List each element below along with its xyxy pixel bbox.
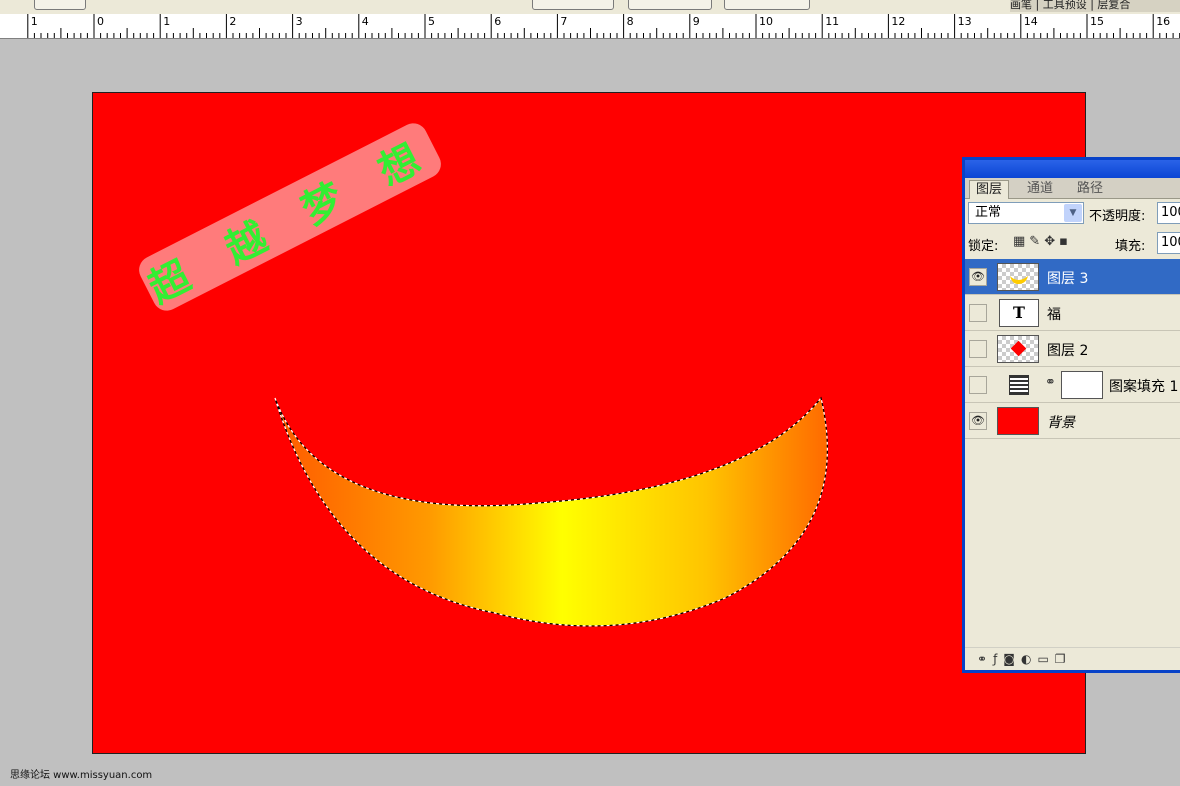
lock-all-icon[interactable]: ▪ — [1059, 234, 1072, 249]
diamond-thumb-icon — [1010, 340, 1027, 357]
layer-thumbnail — [997, 407, 1039, 435]
text-layer-icon: T — [999, 299, 1039, 327]
ruler-label: 16 — [1156, 15, 1170, 28]
crescent-thumb-icon — [1010, 276, 1028, 284]
fill-label: 填充: — [1115, 239, 1146, 254]
eye-icon[interactable]: 👁 — [969, 268, 987, 286]
actual-pixels-button[interactable] — [532, 0, 614, 10]
layer-row-fu[interactable]: T 福 — [965, 295, 1180, 331]
new-layer-icon[interactable]: ❐ — [1055, 652, 1072, 666]
blend-mode-value: 正常 — [975, 205, 1002, 220]
layer-row-pattern-fill[interactable]: ⚭ 图案填充 1 — [965, 367, 1180, 403]
layer-row-layer-2[interactable]: 图层 2 — [965, 331, 1180, 367]
pattern-fill-icon — [1009, 375, 1029, 395]
eye-toggle[interactable] — [969, 376, 987, 394]
layer-name: 图案填充 1 — [1109, 379, 1179, 395]
lock-options: ▦✎✥▪ — [1013, 234, 1072, 249]
ruler-label: 8 — [627, 15, 634, 28]
ruler-label: 1 — [31, 15, 38, 28]
ruler-label: 5 — [428, 15, 435, 28]
zoom-tool-button[interactable] — [34, 0, 86, 10]
opacity-input[interactable]: 100 — [1157, 202, 1180, 224]
tab-layers[interactable]: 图层 — [969, 180, 1010, 199]
adjustment-layer-icon[interactable]: ◐ — [1021, 652, 1037, 666]
ruler-label: 4 — [362, 15, 369, 28]
print-size-button[interactable] — [724, 0, 810, 10]
layer-row-layer-3[interactable]: 👁 图层 3 — [965, 259, 1180, 295]
ruler-label: 10 — [759, 15, 773, 28]
layer-thumbnail — [997, 263, 1039, 291]
eye-toggle[interactable] — [969, 304, 987, 322]
palette-well-tabs[interactable]: 画笔 | 工具预设 | 层复合 — [1010, 0, 1180, 12]
gradient-crescent — [274, 396, 828, 627]
lock-transparency-icon[interactable]: ▦ — [1013, 234, 1029, 249]
horizontal-ruler: 1 0 1 2 3 4 5 6 7 8 9 10 11 12 13 14 15 16 — [0, 14, 1180, 39]
watermark: 思缘论坛 www.missyuan.com — [10, 770, 153, 781]
layer-name: 图层 2 — [1047, 343, 1089, 359]
layer-name: 图层 3 — [1047, 271, 1089, 287]
eye-toggle[interactable] — [969, 340, 987, 358]
ruler-label: 1 — [163, 15, 170, 28]
lock-label: 锁定: — [968, 239, 999, 254]
fill-input[interactable]: 100 — [1157, 232, 1180, 254]
ruler-label: 7 — [560, 15, 567, 28]
ruler-label: 14 — [1024, 15, 1038, 28]
lock-image-icon[interactable]: ✎ — [1029, 234, 1044, 249]
lock-position-icon[interactable]: ✥ — [1044, 234, 1059, 249]
link-layers-icon[interactable]: ⚭ — [977, 652, 993, 666]
add-mask-icon[interactable]: ◙ — [1003, 652, 1021, 666]
ruler-label: 15 — [1090, 15, 1104, 28]
ruler-label: 9 — [693, 15, 700, 28]
crescent-selection[interactable] — [93, 93, 1086, 754]
layer-row-background[interactable]: 👁 背景 — [965, 403, 1180, 439]
ruler-ticks: 1 0 1 2 3 4 5 6 7 8 9 10 11 12 13 14 15 16 — [27, 14, 1180, 38]
layer-style-icon[interactable]: ƒ — [993, 652, 1003, 666]
ruler-label: 13 — [958, 15, 972, 28]
blend-mode-select[interactable]: 正常 ▼ — [968, 202, 1084, 224]
panel-tabs: 图层 通道 路径 — [965, 178, 1180, 199]
eye-icon[interactable]: 👁 — [969, 412, 987, 430]
document-canvas[interactable] — [92, 92, 1086, 754]
chevron-down-icon[interactable]: ▼ — [1064, 204, 1082, 222]
ruler-label: 12 — [891, 15, 905, 28]
layer-name: 背景 — [1047, 415, 1075, 431]
ruler-label: 11 — [825, 15, 839, 28]
ruler-label: 3 — [296, 15, 303, 28]
new-group-icon[interactable]: ▭ — [1037, 652, 1054, 666]
fit-screen-button[interactable] — [628, 0, 712, 10]
tab-paths[interactable]: 路径 — [1071, 180, 1109, 198]
tab-channels[interactable]: 通道 — [1021, 180, 1059, 198]
opacity-label: 不透明度: — [1089, 209, 1146, 224]
panel-footer: ⚭ƒ◙◐▭❐ — [965, 647, 1180, 670]
layer-mask-thumbnail — [1061, 371, 1103, 399]
ruler-label: 0 — [97, 15, 104, 28]
options-bar: 画笔 | 工具预设 | 层复合 — [0, 0, 1180, 14]
panel-title-bar[interactable] — [965, 160, 1180, 178]
ruler-label: 2 — [229, 15, 236, 28]
layer-thumbnail — [997, 335, 1039, 363]
link-chain-icon: ⚭ — [1045, 375, 1056, 390]
layers-panel: 图层 通道 路径 正常 ▼ 不透明度: 100 锁定: ▦✎✥▪ 填充: 100… — [962, 157, 1180, 673]
ruler-label: 6 — [494, 15, 501, 28]
layer-name: 福 — [1047, 307, 1061, 323]
